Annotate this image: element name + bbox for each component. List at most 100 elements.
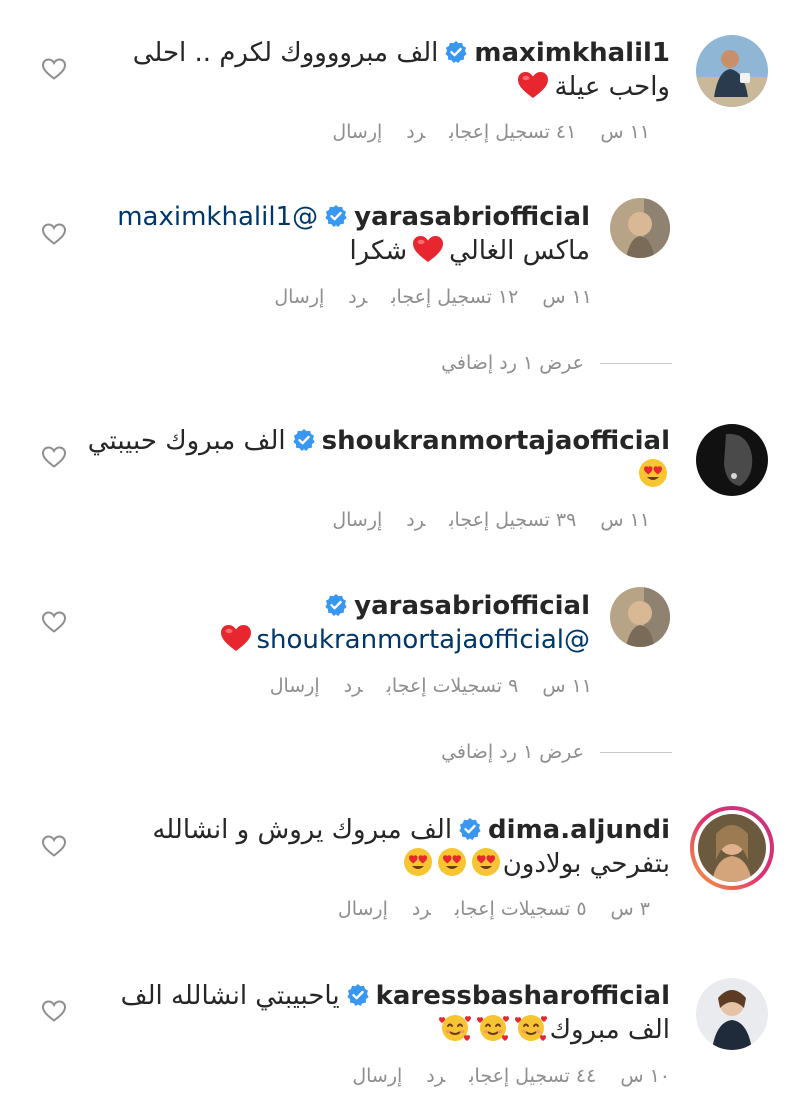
comment-text: ماكس الغالي	[449, 236, 590, 266]
avatar[interactable]	[696, 424, 768, 496]
reply-button[interactable]: رد	[426, 1065, 445, 1087]
heart-eyes-emoji-icon	[403, 847, 433, 877]
heart-eyes-emoji-icon	[437, 847, 467, 877]
reply-button[interactable]: رد	[406, 121, 425, 143]
comment-username[interactable]: maxim‎khalil1	[474, 38, 670, 68]
comment-body: yarasabriofficial maximkhalil1@ ماكس الغا…	[117, 200, 590, 268]
reply-button[interactable]: رد	[406, 509, 425, 531]
heart-outline-icon[interactable]	[41, 834, 67, 858]
view-more-replies[interactable]: عرض ١ رد إضافي	[441, 741, 672, 763]
comment-likes[interactable]: ٩ تسجيلات إعجاب	[387, 675, 519, 697]
heart-outline-icon[interactable]	[41, 222, 67, 246]
comment-line: الف مبروك	[121, 1013, 670, 1047]
comment-body: karessbasharofficial ياحبيبتي انشالله الف…	[121, 979, 670, 1047]
view-replies-label[interactable]: عرض ١ رد إضافي	[441, 741, 584, 763]
avatar[interactable]	[696, 35, 768, 107]
verified-badge-icon	[324, 204, 348, 228]
comment-likes[interactable]: ٤١ تسجيل إعجاب	[449, 121, 576, 143]
comment-time: ١١ س	[542, 286, 592, 308]
verified-badge-icon	[292, 428, 316, 452]
comment-meta: ١١ س ٤١ تسجيل إعجاب رد إرسال	[308, 120, 650, 144]
comment-body: shoukranmortajaofficial الف مبروك حبيبتي	[88, 424, 670, 492]
comment-text: الف مبروك يروش و انشالله	[152, 815, 453, 845]
avatar-story-ring[interactable]	[690, 806, 774, 890]
comment-body: yarasabriofficial shoukranmortajaofficia…	[215, 589, 591, 657]
avatar[interactable]	[696, 978, 768, 1050]
heart-eyes-emoji-icon	[471, 847, 501, 877]
comment-text: واحب عيلة	[554, 72, 670, 102]
comment-meta: ١٠ س ٤٤ تسجيل إعجاب رد إرسال	[328, 1064, 670, 1088]
comment-body: dima.aljundi الف مبروك يروش و انشالله بتف…	[152, 813, 670, 881]
smiling-face-with-hearts-emoji-icon	[438, 1013, 472, 1043]
comment-mention[interactable]: maximkhalil1@	[117, 202, 318, 232]
avatar-photo-icon	[696, 978, 768, 1050]
send-button[interactable]: إرسال	[274, 286, 324, 308]
avatar[interactable]	[610, 198, 670, 258]
comment-likes[interactable]: ٣٩ تسجيل إعجاب	[449, 509, 576, 531]
comment-time: ١١ س	[542, 675, 592, 697]
comment-time: ٣ س	[610, 898, 650, 920]
comment-line: yarasabriofficial maximkhalil1@	[117, 200, 590, 234]
comment-time: ١١ س	[600, 509, 650, 531]
reply-button[interactable]: رد	[348, 286, 367, 308]
send-button[interactable]: إرسال	[338, 898, 388, 920]
heart-outline-icon[interactable]	[41, 610, 67, 634]
heart-outline-icon[interactable]	[41, 57, 67, 81]
comment-text: شكرا	[349, 236, 408, 266]
comment-line: karessbasharofficial ياحبيبتي انشالله الف	[121, 979, 670, 1013]
heart-outline-icon[interactable]	[41, 999, 67, 1023]
comment-username[interactable]: dima.aljundi	[488, 815, 670, 845]
comment-text: ياحبيبتي انشالله الف	[120, 981, 340, 1011]
heart-outline-icon[interactable]	[41, 445, 67, 469]
avatar-photo-icon	[696, 424, 768, 496]
comment-text: الف مبروك	[549, 1015, 670, 1045]
avatar-photo-icon	[610, 587, 670, 647]
comment-line: dima.aljundi الف مبروك يروش و انشالله	[152, 813, 670, 847]
reply-button[interactable]: رد	[412, 898, 431, 920]
verified-badge-icon	[458, 817, 482, 841]
avatar	[694, 810, 770, 886]
comment-meta: ١١ س ٩ تسجيلات إعجاب رد إرسال	[246, 674, 592, 698]
send-button[interactable]: إرسال	[270, 675, 320, 697]
comment-text: بتفرحي بولادون	[502, 849, 670, 879]
reply-button[interactable]: رد	[344, 675, 363, 697]
verified-badge-icon	[324, 593, 348, 617]
comment-likes[interactable]: ٥ تسجيلات إعجاب	[455, 898, 587, 920]
comment-username[interactable]: shoukranmortajaofficial	[322, 426, 670, 456]
comment-body: maxim‎khalil1 الف مبرووووك لكرم .. احلى و…	[133, 36, 670, 104]
smiling-face-with-hearts-emoji-icon	[514, 1013, 548, 1043]
comment-meta: ١١ س ١٢ تسجيل إعجاب رد إرسال	[250, 285, 592, 309]
verified-badge-icon	[346, 983, 370, 1007]
comment-mention[interactable]: shoukranmortajaofficial@	[257, 625, 591, 655]
comment-username[interactable]: yarasabriofficial	[354, 591, 590, 621]
comment-likes[interactable]: ٤٤ تسجيل إعجاب	[469, 1065, 596, 1087]
comment-line	[88, 458, 670, 492]
comment-text: الف مبرووووك لكرم .. احلى	[132, 38, 439, 68]
comment-line: yarasabriofficial	[215, 589, 590, 623]
comment-time: ١١ س	[600, 121, 650, 143]
avatar-photo-icon	[610, 198, 670, 258]
comment-username[interactable]: karessbasharofficial	[376, 981, 670, 1011]
red-heart-emoji-icon	[516, 70, 550, 100]
divider	[600, 362, 672, 364]
comment-line: بتفرحي بولادون	[152, 847, 670, 881]
view-more-replies[interactable]: عرض ١ رد إضافي	[441, 352, 672, 374]
divider	[600, 751, 672, 753]
comment-meta: ٣ س ٥ تسجيلات إعجاب رد إرسال	[314, 897, 650, 921]
send-button[interactable]: إرسال	[332, 121, 382, 143]
comment-line: maxim‎khalil1 الف مبرووووك لكرم .. احلى	[133, 36, 670, 70]
send-button[interactable]: إرسال	[332, 509, 382, 531]
avatar[interactable]	[610, 587, 670, 647]
send-button[interactable]: إرسال	[352, 1065, 402, 1087]
heart-eyes-emoji-icon	[638, 458, 668, 488]
view-replies-label[interactable]: عرض ١ رد إضافي	[441, 352, 584, 374]
comment-likes[interactable]: ١٢ تسجيل إعجاب	[391, 286, 518, 308]
verified-badge-icon	[444, 40, 468, 64]
comment-meta: ١١ س ٣٩ تسجيل إعجاب رد إرسال	[308, 508, 650, 532]
comment-line: shoukranmortajaofficial الف مبروك حبيبتي	[88, 424, 670, 458]
comment-username[interactable]: yarasabriofficial	[354, 202, 590, 232]
red-heart-emoji-icon	[219, 623, 253, 653]
comment-time: ١٠ س	[620, 1065, 670, 1087]
comment-text: الف مبروك حبيبتي	[87, 426, 286, 456]
comment-line: واحب عيلة	[133, 70, 670, 104]
